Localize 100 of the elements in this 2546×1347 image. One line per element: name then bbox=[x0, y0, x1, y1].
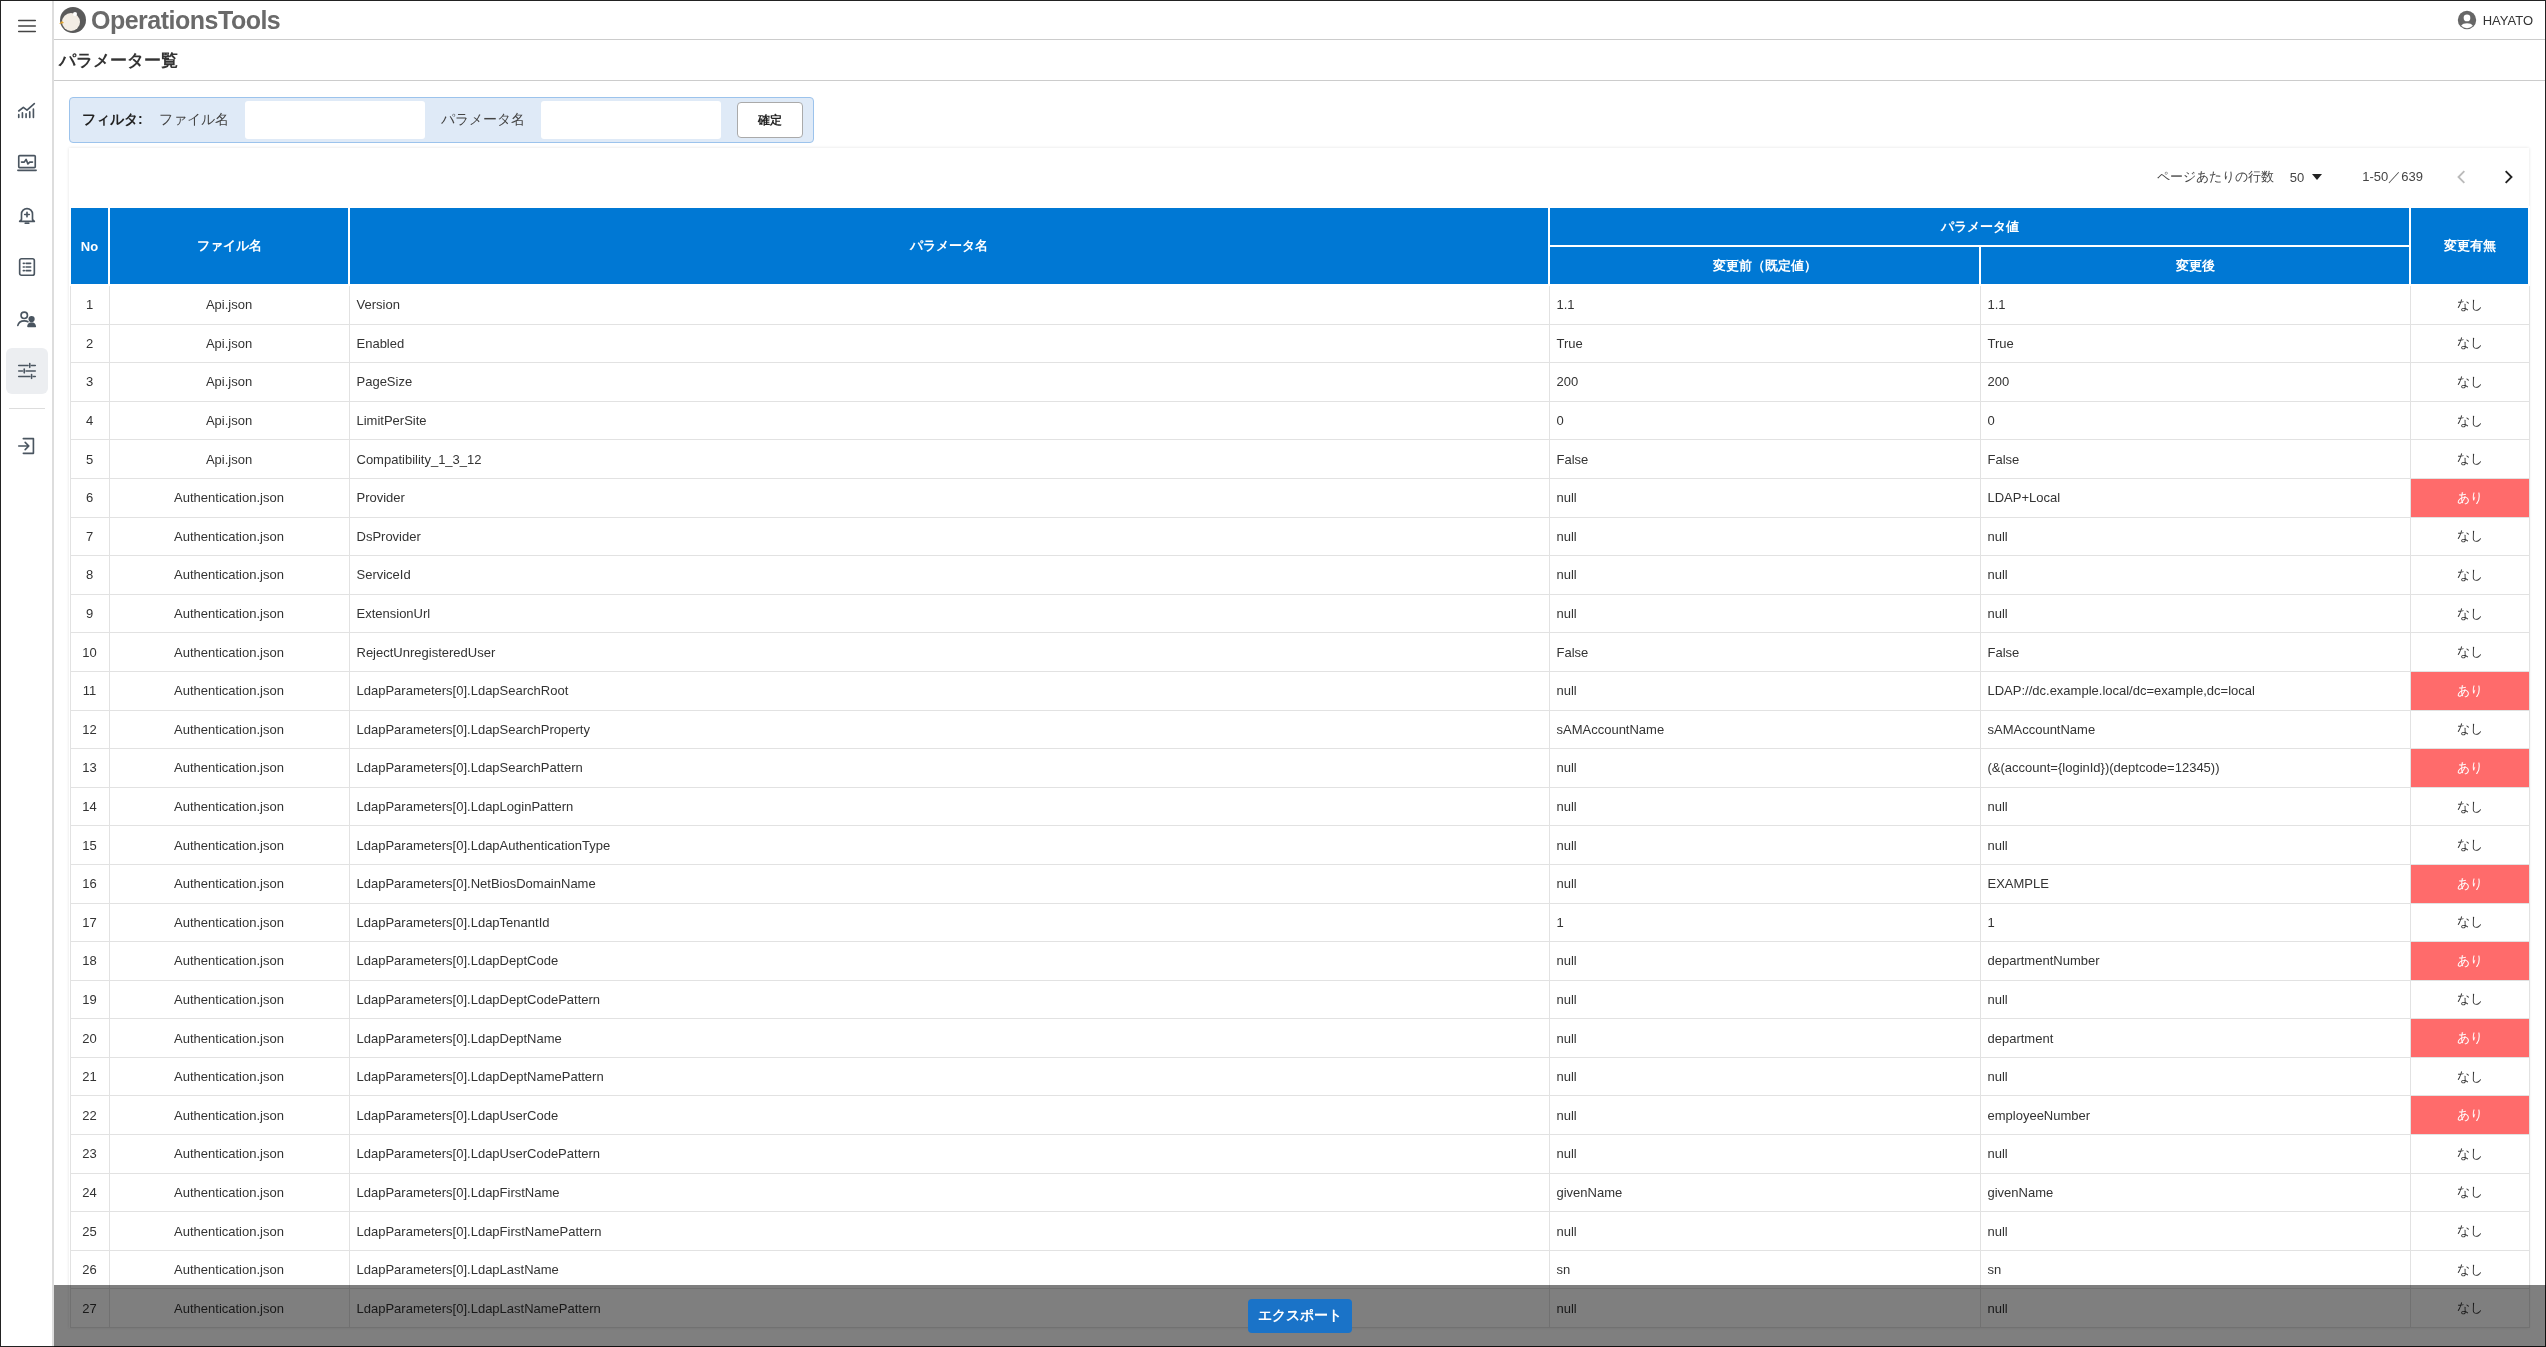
changed-badge: あり bbox=[2410, 671, 2529, 711]
table-cell: 15 bbox=[70, 825, 109, 865]
table-cell: LdapParameters[0].LdapLastName bbox=[349, 1250, 1549, 1289]
table-cell: LdapParameters[0].LdapLoginPattern bbox=[349, 787, 1549, 826]
table-cell: null bbox=[1549, 594, 1980, 633]
table-cell: null bbox=[1549, 517, 1980, 556]
user-avatar-icon[interactable] bbox=[2456, 10, 2477, 30]
input-field[interactable] bbox=[244, 101, 425, 139]
confirm-button[interactable]: 確定 bbox=[736, 102, 803, 138]
table-cell: LdapParameters[0].LdapDeptCode bbox=[349, 941, 1549, 981]
table-cell: 19 bbox=[70, 980, 109, 1019]
filter-label: フィルタ: bbox=[82, 111, 143, 129]
rows-per-page-select[interactable]: 50 bbox=[2289, 169, 2323, 185]
table-cell: Authentication.json bbox=[109, 903, 349, 942]
table-cell: LDAP://dc.example.local/dc=example,dc=local bbox=[1980, 671, 2410, 711]
table-cell: Authentication.json bbox=[109, 594, 349, 633]
table-cell: 5 bbox=[70, 439, 109, 479]
table-cell: なし bbox=[2410, 1250, 2529, 1289]
table-cell: null bbox=[1980, 1134, 2410, 1174]
table-cell: (&(account={loginId})(deptcode=12345)) bbox=[1980, 748, 2410, 788]
input-field[interactable] bbox=[540, 101, 721, 139]
table-cell: 26 bbox=[70, 1250, 109, 1289]
table-cell: 22 bbox=[70, 1095, 109, 1135]
table-cell: null bbox=[1549, 980, 1980, 1019]
table-cell: sn bbox=[1549, 1250, 1980, 1289]
table-cell: ServiceId bbox=[349, 555, 1549, 595]
table-cell: 11 bbox=[70, 671, 109, 711]
table-cell: 200 bbox=[1549, 362, 1980, 402]
table-cell: LdapParameters[0].LdapDeptNamePattern bbox=[349, 1057, 1549, 1096]
table-cell: 17 bbox=[70, 903, 109, 942]
table-cell: department bbox=[1980, 1018, 2410, 1058]
column-header: 変更後 bbox=[1980, 246, 2410, 285]
table-cell: False bbox=[1549, 439, 1980, 479]
table-cell: Api.json bbox=[109, 324, 349, 363]
table-cell: null bbox=[1549, 864, 1980, 903]
table-cell: null bbox=[1980, 1057, 2410, 1096]
table-cell: なし bbox=[2410, 903, 2529, 942]
table-cell: 13 bbox=[70, 748, 109, 788]
table-cell: Authentication.json bbox=[109, 980, 349, 1019]
table-cell: LdapParameters[0].LdapAuthenticationType bbox=[349, 825, 1549, 865]
user-name[interactable]: HAYATO bbox=[2482, 12, 2533, 28]
table-cell: Authentication.json bbox=[109, 1250, 349, 1289]
field-label: パラメータ名 bbox=[440, 111, 525, 129]
table-cell: 21 bbox=[70, 1057, 109, 1096]
table-cell: LdapParameters[0].LdapSearchRoot bbox=[349, 671, 1549, 711]
changed-badge: あり bbox=[2410, 941, 2529, 981]
table-cell: LDAP+Local bbox=[1980, 478, 2410, 518]
table-cell: 8 bbox=[70, 555, 109, 595]
table-cell: null bbox=[1549, 941, 1980, 981]
table-cell: LdapParameters[0].LdapUserCode bbox=[349, 1095, 1549, 1135]
table-cell: Authentication.json bbox=[109, 1134, 349, 1174]
table-cell: 1.1 bbox=[1980, 285, 2410, 325]
table-cell: 20 bbox=[70, 1018, 109, 1058]
table-cell: LimitPerSite bbox=[349, 401, 1549, 440]
table-cell: なし bbox=[2410, 401, 2529, 440]
table-cell: 2 bbox=[70, 324, 109, 363]
table-cell: null bbox=[1549, 1134, 1980, 1174]
table-cell: Authentication.json bbox=[109, 1057, 349, 1096]
table-cell: Authentication.json bbox=[109, 864, 349, 903]
table-cell: なし bbox=[2410, 1288, 2529, 1328]
table-cell: Api.json bbox=[109, 401, 349, 440]
table-cell: LdapParameters[0].LdapUserCodePattern bbox=[349, 1134, 1549, 1174]
table-cell: 14 bbox=[70, 787, 109, 826]
table-cell: Api.json bbox=[109, 285, 349, 325]
page-range: 1-50／639 bbox=[2362, 168, 2423, 186]
table-cell: employeeNumber bbox=[1980, 1095, 2410, 1135]
table-cell: なし bbox=[2410, 517, 2529, 556]
table-cell: DsProvider bbox=[349, 517, 1549, 556]
table-cell: LdapParameters[0].LdapDeptName bbox=[349, 1018, 1549, 1058]
rows-per-page-label: ページあたりの行数 bbox=[2156, 168, 2274, 186]
table-cell: 23 bbox=[70, 1134, 109, 1174]
table-cell: なし bbox=[2410, 1211, 2529, 1251]
table-cell: Api.json bbox=[109, 362, 349, 402]
table-cell: 6 bbox=[70, 478, 109, 518]
table-cell: なし bbox=[2410, 1134, 2529, 1174]
table-cell: 3 bbox=[70, 362, 109, 402]
table-cell: null bbox=[1549, 1018, 1980, 1058]
column-header: 変更有無 bbox=[2410, 207, 2529, 285]
changed-badge: あり bbox=[2410, 478, 2529, 518]
table-cell: 18 bbox=[70, 941, 109, 981]
table-cell: LdapParameters[0].LdapFirstNamePattern bbox=[349, 1211, 1549, 1251]
table-cell: null bbox=[1980, 980, 2410, 1019]
table-cell: LdapParameters[0].LdapFirstName bbox=[349, 1173, 1549, 1212]
export-button[interactable]: エクスポート bbox=[1248, 1299, 1352, 1333]
table-cell: なし bbox=[2410, 632, 2529, 672]
table-cell: null bbox=[1549, 478, 1980, 518]
table-cell: null bbox=[1980, 787, 2410, 826]
table-cell: sAMAccountName bbox=[1980, 710, 2410, 749]
table-cell: ExtensionUrl bbox=[349, 594, 1549, 633]
table-cell: LdapParameters[0].NetBiosDomainName bbox=[349, 864, 1549, 903]
table-cell: 27 bbox=[70, 1288, 109, 1328]
table-cell: 7 bbox=[70, 517, 109, 556]
table-cell: null bbox=[1549, 555, 1980, 595]
table-cell: Enabled bbox=[349, 324, 1549, 363]
table-cell: LdapParameters[0].LdapSearchProperty bbox=[349, 710, 1549, 749]
table-cell: False bbox=[1549, 632, 1980, 672]
logo-text: OperationsTools bbox=[91, 5, 281, 35]
table-cell: Authentication.json bbox=[109, 517, 349, 556]
table-cell: なし bbox=[2410, 555, 2529, 595]
sliders-icon[interactable] bbox=[5, 348, 48, 394]
